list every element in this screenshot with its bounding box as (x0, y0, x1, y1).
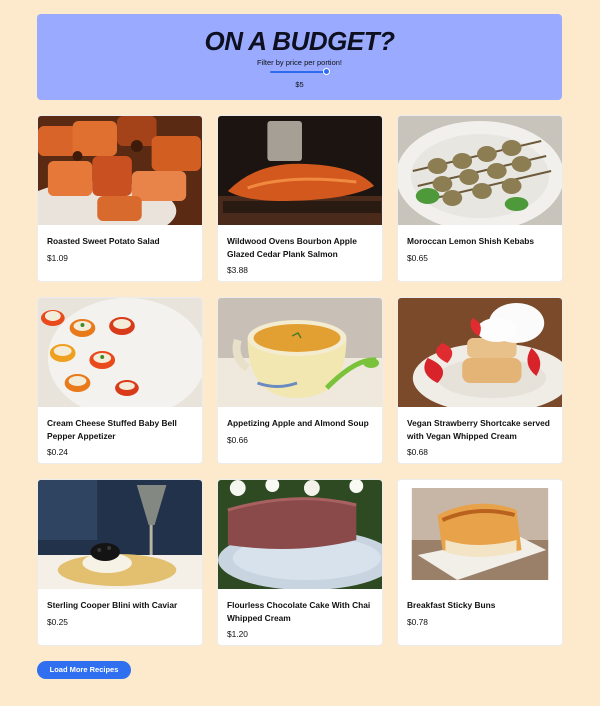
price-slider[interactable] (270, 68, 330, 75)
recipe-card[interactable]: Moroccan Lemon Shish Kebabs $0.65 (397, 115, 563, 282)
recipe-title[interactable]: Flourless Chocolate Cake With Chai Whipp… (227, 599, 373, 624)
recipe-image-stuffed-peppers (38, 298, 202, 407)
slider-thumb[interactable] (323, 68, 330, 75)
recipe-image-strawberry-shortcake (398, 298, 562, 407)
recipe-title[interactable]: Cream Cheese Stuffed Baby Bell Pepper Ap… (47, 417, 193, 442)
recipe-price: $0.65 (407, 252, 428, 263)
recipe-price: $1.09 (47, 252, 68, 263)
recipe-grid: Roasted Sweet Potato Salad $1.09 Wildwoo… (37, 115, 563, 646)
recipe-image-sweet-potato (38, 116, 202, 225)
slider-track[interactable] (270, 71, 330, 73)
recipe-title[interactable]: Vegan Strawberry Shortcake served with V… (407, 417, 553, 442)
recipe-title[interactable]: Appetizing Apple and Almond Soup (227, 417, 373, 430)
recipe-image-apple-soup (218, 298, 382, 407)
recipe-card[interactable]: Wildwood Ovens Bourbon Apple Glazed Ceda… (217, 115, 383, 282)
page-title: ON A BUDGET? (204, 26, 395, 56)
recipe-title[interactable]: Roasted Sweet Potato Salad (47, 235, 193, 248)
recipe-price: $0.78 (407, 616, 428, 627)
recipe-image-chocolate-cake (218, 480, 382, 589)
recipe-title[interactable]: Breakfast Sticky Buns (407, 599, 553, 612)
recipe-image-sticky-buns (398, 480, 562, 589)
recipe-image-salmon (218, 116, 382, 225)
hero-header: ON A BUDGET? Filter by price per portion… (37, 14, 562, 100)
recipe-card[interactable]: Breakfast Sticky Buns $0.78 (397, 479, 563, 646)
recipe-price: $0.68 (407, 447, 428, 457)
recipe-card[interactable]: Cream Cheese Stuffed Baby Bell Pepper Ap… (37, 297, 203, 464)
recipe-price: $0.66 (227, 434, 248, 445)
recipe-price: $1.20 (227, 629, 248, 639)
recipe-card[interactable]: Sterling Cooper Blini with Caviar $0.25 (37, 479, 203, 646)
recipe-title[interactable]: Wildwood Ovens Bourbon Apple Glazed Ceda… (227, 235, 373, 260)
recipe-card[interactable]: Appetizing Apple and Almond Soup $0.66 (217, 297, 383, 464)
price-filter-label: Filter by price per portion! (256, 58, 343, 67)
price-filter-value: $5 (295, 80, 304, 89)
recipe-title[interactable]: Moroccan Lemon Shish Kebabs (407, 235, 553, 248)
recipe-image-kebabs (398, 116, 562, 225)
recipe-price: $3.88 (227, 265, 248, 275)
recipe-image-blini-caviar (38, 480, 202, 589)
recipe-card[interactable]: Flourless Chocolate Cake With Chai Whipp… (217, 479, 383, 646)
recipe-price: $0.24 (47, 447, 68, 457)
recipe-card[interactable]: Roasted Sweet Potato Salad $1.09 (37, 115, 203, 282)
load-more-button[interactable]: Load More Recipes (37, 661, 131, 679)
recipe-title[interactable]: Sterling Cooper Blini with Caviar (47, 599, 193, 612)
recipe-card[interactable]: Vegan Strawberry Shortcake served with V… (397, 297, 563, 464)
recipe-price: $0.25 (47, 616, 68, 627)
